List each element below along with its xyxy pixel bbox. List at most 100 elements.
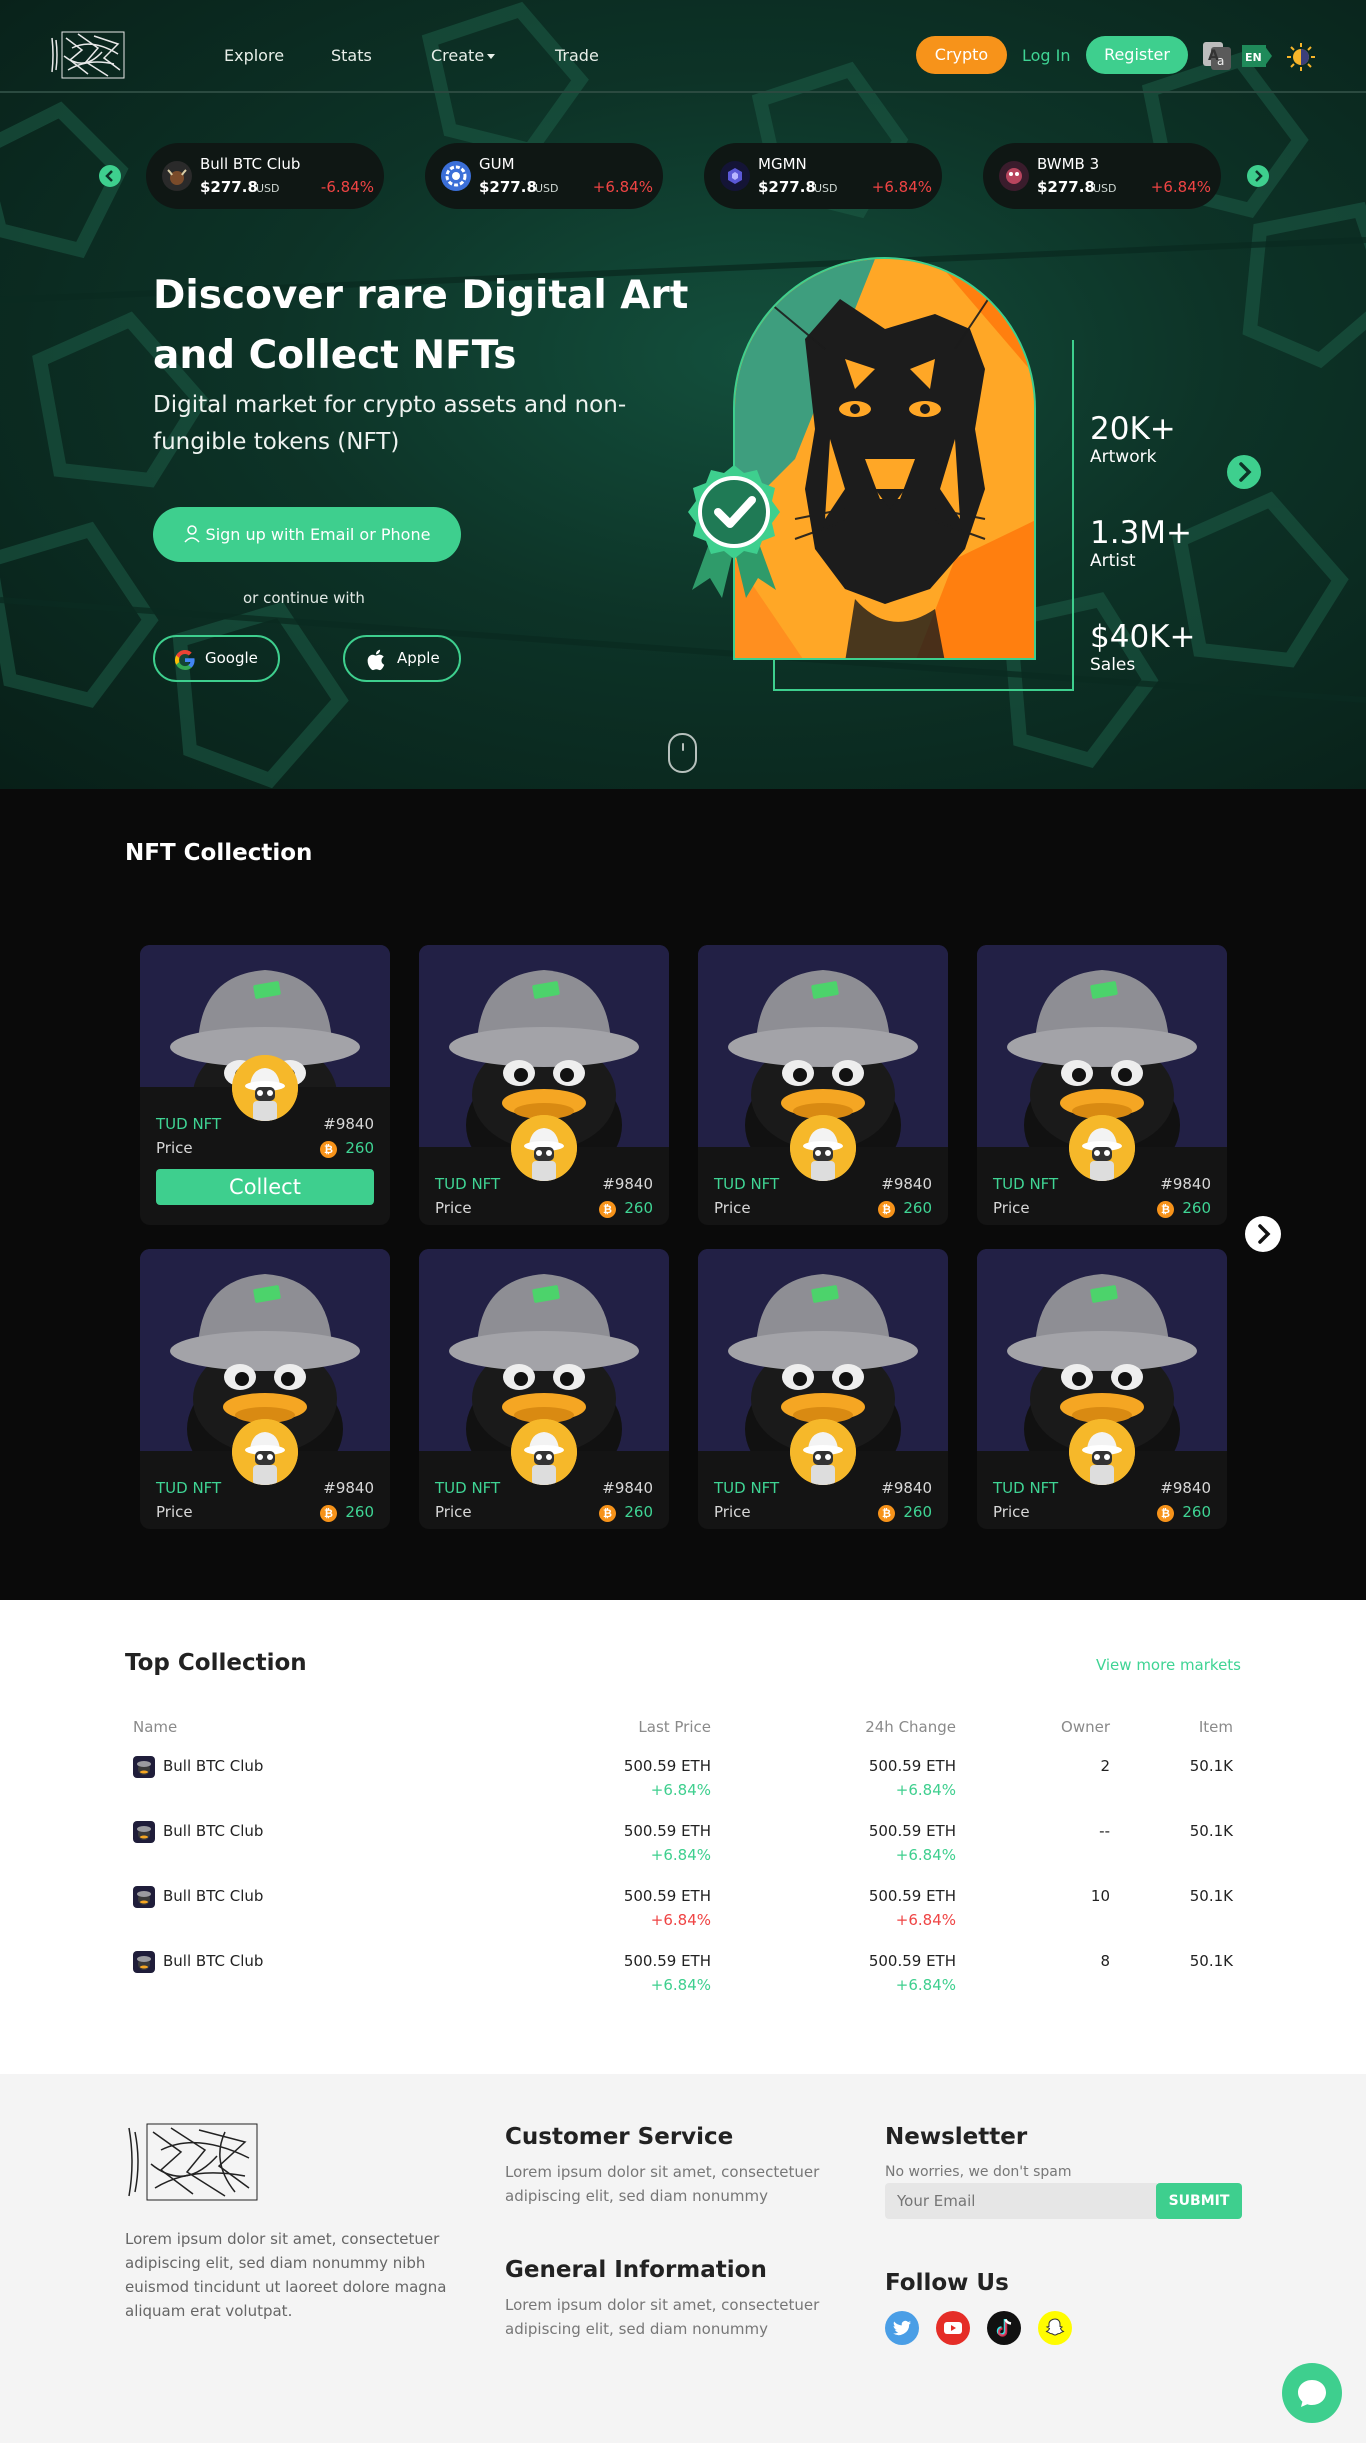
col-header-last-price[interactable]: Last Price: [638, 1718, 711, 1736]
nav-explore[interactable]: Explore: [224, 46, 284, 65]
ticker-unit: USD: [814, 182, 838, 195]
nft-price-label: Price: [435, 1199, 472, 1217]
ticker-next-button[interactable]: [1247, 165, 1269, 187]
nft-card[interactable]: TUD NFT #9840 Price ₿ 260: [419, 945, 669, 1225]
nft-price-label: Price: [714, 1199, 751, 1217]
bitcoin-icon: ₿: [878, 1201, 895, 1218]
creator-avatar[interactable]: [232, 1055, 298, 1121]
nft-card[interactable]: TUD NFT #9840 Price ₿ 260 Collect: [140, 945, 390, 1225]
stat-artwork-label: Artwork: [1090, 447, 1157, 467]
bitcoin-icon: ₿: [878, 1505, 895, 1522]
nft-price: 260: [624, 1199, 653, 1217]
change-price-value: 500.59 ETH: [868, 1952, 956, 1970]
nft-id: #9840: [602, 1479, 653, 1497]
translate-icon[interactable]: A a: [1202, 41, 1232, 71]
col-header-24h-change[interactable]: 24h Change: [865, 1718, 956, 1736]
snapchat-icon[interactable]: [1038, 2311, 1072, 2345]
nft-card[interactable]: TUD NFT #9840 Price ₿ 260: [140, 1249, 390, 1529]
svg-text:EN: EN: [1245, 51, 1262, 64]
item-count: 50.1K: [1189, 1887, 1233, 1905]
ticker-item[interactable]: MGMN $277.8 USD +6.84%: [704, 143, 942, 209]
newsletter-email-input[interactable]: [885, 2183, 1157, 2219]
newsletter-submit-button[interactable]: SUBMIT: [1156, 2183, 1242, 2219]
creator-avatar[interactable]: [790, 1419, 856, 1485]
gum-icon: [441, 161, 471, 191]
nft-card[interactable]: TUD NFT #9840 Price ₿ 260: [698, 945, 948, 1225]
creator-avatar[interactable]: [790, 1115, 856, 1181]
last-price-change: +6.84%: [650, 1846, 711, 1864]
collection-name: Bull BTC Club: [163, 1887, 264, 1905]
twitter-icon[interactable]: [885, 2311, 919, 2345]
chat-support-button[interactable]: [1282, 2363, 1342, 2423]
chevron-right-icon: [1258, 1224, 1271, 1244]
nft-card[interactable]: TUD NFT #9840 Price ₿ 260: [698, 1249, 948, 1529]
creator-avatar[interactable]: [232, 1419, 298, 1485]
nft-card[interactable]: TUD NFT #9840 Price ₿ 260: [419, 1249, 669, 1529]
item-count: 50.1K: [1189, 1757, 1233, 1775]
nft-price: 260: [903, 1199, 932, 1217]
view-more-markets-link[interactable]: View more markets: [1096, 1656, 1241, 1674]
change-price-value: 500.59 ETH: [868, 1757, 956, 1775]
collection-avatar: [133, 1821, 155, 1843]
nft-next-button[interactable]: [1245, 1216, 1281, 1252]
newsletter-title: Newsletter: [885, 2124, 1028, 2150]
col-header-item[interactable]: Item: [1199, 1718, 1233, 1736]
item-count: 50.1K: [1189, 1952, 1233, 1970]
bitcoin-icon: ₿: [320, 1141, 337, 1158]
nav-create[interactable]: Create: [431, 46, 496, 65]
nav-stats[interactable]: Stats: [331, 46, 372, 65]
nft-price: 260: [624, 1503, 653, 1521]
footer-about-text: Lorem ipsum dolor sit amet, consectetuer…: [125, 2230, 447, 2320]
caret-down-icon: [487, 54, 496, 59]
ticker-item[interactable]: BWMB 3 $277.8 USD +6.84%: [983, 143, 1221, 209]
ticker-unit: USD: [535, 182, 559, 195]
ticker-prev-button[interactable]: [99, 165, 121, 187]
apple-login-button[interactable]: Apple: [343, 635, 461, 682]
ticker-price: $277.8: [758, 178, 816, 196]
nft-name: TUD NFT: [714, 1175, 780, 1193]
ticker-item[interactable]: GUM $277.8 USD +6.84%: [425, 143, 663, 209]
creator-avatar[interactable]: [1069, 1115, 1135, 1181]
last-price-change: +6.84%: [650, 1911, 711, 1929]
theme-toggle-icon[interactable]: [1286, 42, 1316, 72]
ticker-item[interactable]: Bull BTC Club $277.8 USD -6.84%: [146, 143, 384, 209]
change-percent: +6.84%: [895, 1846, 956, 1864]
creator-avatar[interactable]: [1069, 1419, 1135, 1485]
top-navbar: Explore Stats Create Trade Crypto Log In…: [0, 0, 1366, 93]
nav-trade[interactable]: Trade: [555, 46, 599, 65]
scroll-down-mouse-icon[interactable]: [668, 733, 697, 773]
register-button[interactable]: Register: [1086, 36, 1188, 74]
crypto-button[interactable]: Crypto: [916, 36, 1007, 74]
col-header-owner[interactable]: Owner: [1061, 1718, 1110, 1736]
footer-logo[interactable]: [125, 2122, 261, 2202]
top-collection-title: Top Collection: [125, 1650, 307, 1676]
nft-card[interactable]: TUD NFT #9840 Price ₿ 260: [977, 1249, 1227, 1529]
flag-icon: EN: [1242, 45, 1272, 67]
tiktok-icon[interactable]: [987, 2311, 1021, 2345]
hero-next-button[interactable]: [1227, 455, 1261, 489]
collection-avatar: [133, 1886, 155, 1908]
login-link[interactable]: Log In: [1022, 46, 1071, 65]
nft-price: 260: [1182, 1503, 1211, 1521]
hero-title: Discover rare Digital Art and Collect NFT…: [153, 273, 689, 378]
stat-sales-label: Sales: [1090, 655, 1136, 675]
site-logo[interactable]: [48, 30, 128, 80]
creator-avatar[interactable]: [511, 1419, 577, 1485]
col-header-name[interactable]: Name: [133, 1718, 177, 1736]
nft-price: 260: [345, 1503, 374, 1521]
language-en-flag[interactable]: EN: [1242, 45, 1272, 67]
creator-avatar[interactable]: [511, 1115, 577, 1181]
mgmn-icon: [720, 161, 750, 191]
customer-service-text: Lorem ipsum dolor sit amet, consectetuer…: [505, 2163, 820, 2205]
collect-button[interactable]: Collect: [156, 1169, 374, 1205]
signup-button[interactable]: Sign up with Email or Phone: [153, 507, 461, 562]
nft-price-label: Price: [156, 1503, 193, 1521]
nft-id: #9840: [881, 1175, 932, 1193]
nft-name: TUD NFT: [156, 1479, 222, 1497]
hero-subtitle: Digital market for crypto assets and non…: [153, 392, 627, 455]
google-login-button[interactable]: Google: [153, 635, 280, 682]
change-price-value: 500.59 ETH: [868, 1887, 956, 1905]
youtube-icon[interactable]: [936, 2311, 970, 2345]
nft-card[interactable]: TUD NFT #9840 Price ₿ 260: [977, 945, 1227, 1225]
nft-name: TUD NFT: [435, 1479, 501, 1497]
